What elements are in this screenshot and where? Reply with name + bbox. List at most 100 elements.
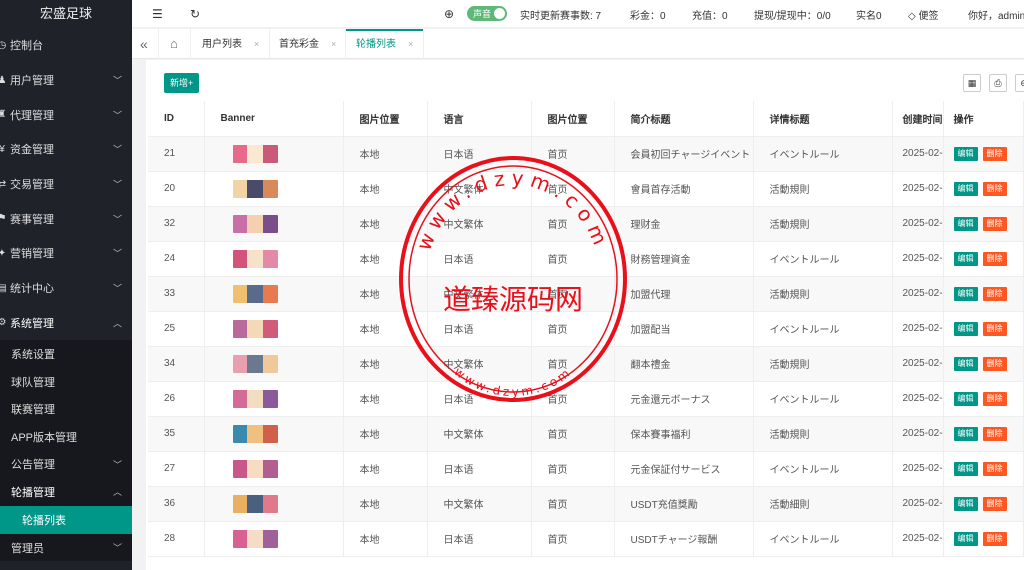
cell-language: 中文繁体	[427, 346, 532, 382]
edit-button[interactable]: 编辑	[953, 461, 978, 476]
sidebar-item-agents[interactable]: ♜ 代理管理 ﹀	[0, 97, 132, 132]
sidebar-item-announcements[interactable]: 公告管理 ﹀	[0, 451, 132, 479]
sound-toggle[interactable]: 声音	[467, 6, 508, 21]
user-greeting[interactable]: 你好，admin	[968, 7, 1024, 22]
edit-button[interactable]: 编辑	[953, 321, 978, 336]
close-icon[interactable]: ×	[254, 39, 259, 49]
sidebar-item-app-version[interactable]: APP版本管理	[0, 423, 132, 451]
edit-button[interactable]: 编辑	[953, 391, 978, 406]
print-icon[interactable]: ⎙	[989, 74, 1007, 92]
add-button[interactable]: 新增+	[164, 73, 200, 93]
column-header-id[interactable]: ID	[148, 101, 205, 137]
delete-button[interactable]: 删除	[982, 181, 1007, 196]
menu-toggle-icon[interactable]: ☰	[152, 7, 163, 21]
edit-button[interactable]: 编辑	[953, 146, 978, 161]
table-row: 35 本地 中文繁体 首页 保本賽事福利 活動規則 2025-02- 编辑 删除	[148, 416, 1024, 452]
delete-button[interactable]: 删除	[982, 391, 1007, 406]
delete-button[interactable]: 删除	[982, 146, 1007, 161]
banner-thumbnail[interactable]	[232, 319, 278, 338]
cell-detail-title: イベントルール	[753, 451, 893, 487]
tab-first-recharge[interactable]: 首充彩金 ×	[279, 29, 336, 59]
delete-button[interactable]: 删除	[982, 531, 1007, 546]
home-icon[interactable]: ⌂	[170, 29, 178, 59]
sidebar-item-system[interactable]: ⚙ 系统管理 ︿	[0, 306, 132, 341]
banner-thumbnail[interactable]	[232, 459, 278, 478]
chevron-down-icon: ﹀	[112, 543, 122, 554]
cell-id: 34	[148, 346, 205, 382]
tab-user-list[interactable]: 用户列表 ×	[202, 29, 259, 59]
column-header-detail-title[interactable]: 详情标题	[753, 101, 893, 137]
sidebar-item-carousel[interactable]: 轮播管理 ︿	[0, 478, 132, 506]
sidebar-item-events[interactable]: ⚑ 赛事管理 ﹀	[0, 201, 132, 236]
sidebar-item-trades[interactable]: ⇄ 交易管理 ﹀	[0, 167, 132, 202]
stats-icon: ▤	[0, 282, 7, 294]
edit-button[interactable]: 编辑	[953, 426, 978, 441]
sidebar-item-banner-list[interactable]: 轮播列表	[0, 505, 132, 534]
banner-thumbnail[interactable]	[232, 354, 278, 373]
sidebar-item-leagues[interactable]: 联赛管理	[0, 395, 132, 423]
note-link[interactable]: ◇ 便签	[908, 7, 938, 22]
column-header-language[interactable]: 语言	[427, 101, 532, 137]
funds-icon: ¥	[0, 143, 5, 155]
columns-icon[interactable]: ▦	[963, 74, 981, 92]
sidebar-item-label: 联赛管理	[11, 404, 55, 417]
banner-thumbnail[interactable]	[232, 179, 278, 198]
banner-thumbnail[interactable]	[232, 424, 278, 443]
edit-button[interactable]: 编辑	[953, 356, 978, 371]
cell-detail-title: 活動規則	[753, 276, 893, 312]
cell-actions: 编辑 删除	[943, 346, 1024, 382]
tab-divider	[269, 29, 270, 59]
sidebar-item-marketing[interactable]: ✦ 营销管理 ﹀	[0, 236, 132, 271]
globe-icon[interactable]: ⊕	[444, 7, 454, 21]
edit-button[interactable]: 编辑	[953, 216, 978, 231]
sidebar-item-console[interactable]: ◷ 控制台	[0, 28, 132, 63]
table-row: 21 本地 日本语 首页 会員初回チャージイベント イベントルール 2025-02- 编辑 删除	[148, 136, 1024, 172]
close-icon[interactable]: ×	[408, 39, 413, 49]
sidebar-item-admin[interactable]: 管理员 ﹀	[0, 533, 132, 562]
cell-detail-title: 活動規則	[753, 346, 893, 382]
edit-button[interactable]: 编辑	[953, 251, 978, 266]
sidebar-item-system-settings[interactable]: 系统设置	[0, 340, 132, 368]
column-header-image-position[interactable]: 图片位置	[531, 101, 615, 137]
column-header-banner[interactable]: Banner	[204, 101, 344, 137]
cell-language: 日本语	[427, 136, 532, 172]
edit-button[interactable]: 编辑	[953, 531, 978, 546]
delete-button[interactable]: 删除	[982, 216, 1007, 231]
console-icon: ◷	[0, 39, 7, 51]
sidebar-item-teams[interactable]: 球队管理	[0, 368, 132, 396]
column-header-intro-title[interactable]: 简介标题	[614, 101, 754, 137]
banner-thumbnail[interactable]	[232, 494, 278, 513]
delete-button[interactable]: 删除	[982, 461, 1007, 476]
banner-thumbnail[interactable]	[232, 284, 278, 303]
delete-button[interactable]: 删除	[982, 496, 1007, 511]
tabs-scroll-left-icon[interactable]: «	[140, 29, 148, 59]
sidebar-item-label: 统计中心	[10, 283, 54, 296]
delete-button[interactable]: 删除	[982, 251, 1007, 266]
banner-thumbnail[interactable]	[232, 214, 278, 233]
refresh-icon[interactable]: ↻	[190, 7, 200, 21]
banner-thumbnail[interactable]	[232, 144, 278, 163]
delete-button[interactable]: 删除	[982, 321, 1007, 336]
sidebar-item-funds[interactable]: ¥ 资金管理 ﹀	[0, 132, 132, 167]
banner-thumbnail[interactable]	[232, 249, 278, 268]
edit-button[interactable]: 编辑	[953, 286, 978, 301]
chevron-icon: ︿	[112, 487, 122, 498]
banner-thumbnail[interactable]	[232, 529, 278, 548]
tab-bar: « ⌂ 用户列表 × 首充彩金 × 轮播列表 ×	[132, 29, 1024, 59]
delete-button[interactable]: 删除	[982, 286, 1007, 301]
edit-button[interactable]: 编辑	[953, 496, 978, 511]
banner-thumbnail[interactable]	[232, 389, 278, 408]
export-icon[interactable]: ⊖	[1015, 74, 1024, 92]
cell-actions: 编辑 删除	[943, 311, 1024, 347]
tab-banner-list[interactable]: 轮播列表 ×	[346, 29, 424, 59]
cell-image-position: 首页	[531, 486, 615, 522]
cell-detail-title: 活動規則	[753, 171, 893, 207]
sidebar-item-stats[interactable]: ▤ 统计中心 ﹀	[0, 271, 132, 306]
sidebar-item-users[interactable]: ♟ 用户管理 ﹀	[0, 63, 132, 98]
delete-button[interactable]: 删除	[982, 356, 1007, 371]
delete-button[interactable]: 删除	[982, 426, 1007, 441]
edit-button[interactable]: 编辑	[953, 181, 978, 196]
column-header-image-location[interactable]: 图片位置	[343, 101, 428, 137]
column-header-created-time[interactable]: 创建时间	[892, 101, 944, 137]
close-icon[interactable]: ×	[331, 39, 336, 49]
